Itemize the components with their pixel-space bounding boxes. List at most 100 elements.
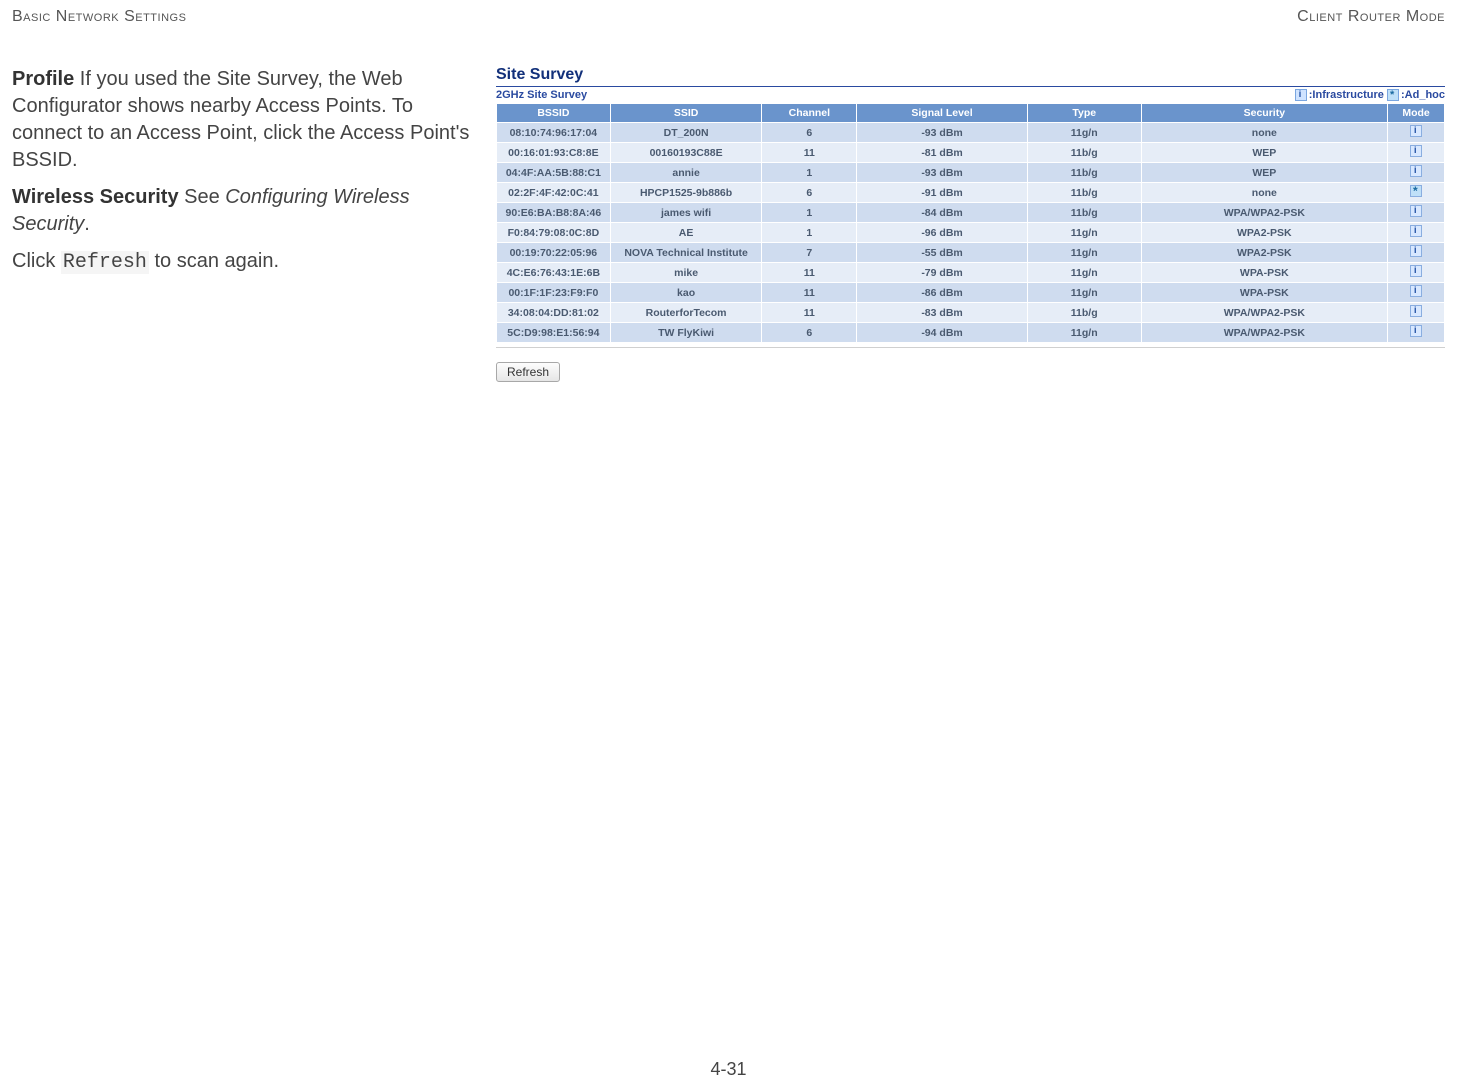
bssid-cell[interactable]: 00:16:01:93:C8:8E <box>497 143 611 163</box>
signal-cell: -83 dBm <box>857 303 1028 323</box>
type-cell: 11g/n <box>1027 223 1141 243</box>
legend: :Infrastructure :Ad_hoc <box>1295 89 1445 101</box>
bssid-cell[interactable]: 5C:D9:98:E1:56:94 <box>497 323 611 343</box>
signal-cell: -86 dBm <box>857 283 1028 303</box>
content-row: Profile If you used the Site Survey, the… <box>12 66 1445 382</box>
signal-cell: -81 dBm <box>857 143 1028 163</box>
infrastructure-icon <box>1410 205 1422 217</box>
ssid-cell: annie <box>610 163 762 183</box>
site-survey-panel: Site Survey 2GHz Site Survey :Infrastruc… <box>496 66 1445 382</box>
bssid-cell[interactable]: 00:1F:1F:23:F9:F0 <box>497 283 611 303</box>
table-row: 4C:E6:76:43:1E:6Bmike11-79 dBm11g/nWPA-P… <box>497 263 1445 283</box>
table-row: 90:E6:BA:B8:8A:46james wifi1-84 dBm11b/g… <box>497 203 1445 223</box>
infrastructure-icon <box>1410 305 1422 317</box>
ssid-cell: HPCP1525-9b886b <box>610 183 762 203</box>
table-row: 00:1F:1F:23:F9:F0kao11-86 dBm11g/nWPA-PS… <box>497 283 1445 303</box>
channel-cell: 1 <box>762 163 857 183</box>
ssid-cell: james wifi <box>610 203 762 223</box>
bssid-cell[interactable]: 90:E6:BA:B8:8A:46 <box>497 203 611 223</box>
wireless-security-paragraph: Wireless Security See Configuring Wirele… <box>12 184 472 238</box>
type-cell: 11b/g <box>1027 143 1141 163</box>
legend-infra-text: :Infrastructure <box>1309 89 1387 101</box>
ws-see: See <box>179 186 226 208</box>
security-cell: WPA/WPA2-PSK <box>1141 303 1387 323</box>
infrastructure-icon <box>1410 145 1422 157</box>
adhoc-icon <box>1387 89 1399 101</box>
table-row: F0:84:79:08:0C:8DAE1-96 dBm11g/nWPA2-PSK <box>497 223 1445 243</box>
mode-cell <box>1388 243 1445 263</box>
ssid-cell: NOVA Technical Institute <box>610 243 762 263</box>
security-cell: WEP <box>1141 143 1387 163</box>
bssid-cell[interactable]: 4C:E6:76:43:1E:6B <box>497 263 611 283</box>
ws-period: . <box>84 213 90 235</box>
infrastructure-icon <box>1410 165 1422 177</box>
mode-cell <box>1388 143 1445 163</box>
security-cell: none <box>1141 123 1387 143</box>
table-row: 02:2F:4F:42:0C:41HPCP1525-9b886b6-91 dBm… <box>497 183 1445 203</box>
type-cell: 11b/g <box>1027 303 1141 323</box>
channel-cell: 7 <box>762 243 857 263</box>
type-cell: 11g/n <box>1027 123 1141 143</box>
table-row: 00:19:70:22:05:96NOVA Technical Institut… <box>497 243 1445 263</box>
table-row: 5C:D9:98:E1:56:94TW FlyKiwi6-94 dBm11g/n… <box>497 323 1445 343</box>
security-cell: WEP <box>1141 163 1387 183</box>
type-cell: 11b/g <box>1027 163 1141 183</box>
security-cell: WPA2-PSK <box>1141 243 1387 263</box>
type-cell: 11b/g <box>1027 203 1141 223</box>
mode-cell <box>1388 223 1445 243</box>
channel-cell: 11 <box>762 263 857 283</box>
ssid-cell: DT_200N <box>610 123 762 143</box>
site-survey-subtitle: 2GHz Site Survey <box>496 89 587 101</box>
th-channel: Channel <box>762 104 857 123</box>
page-header: Basic Network Settings Client Router Mod… <box>12 8 1445 26</box>
page-number: 4-31 <box>0 1059 1457 1080</box>
security-cell: WPA/WPA2-PSK <box>1141 323 1387 343</box>
ssid-cell: mike <box>610 263 762 283</box>
th-bssid: BSSID <box>497 104 611 123</box>
th-security: Security <box>1141 104 1387 123</box>
site-survey-table: BSSID SSID Channel Signal Level Type Sec… <box>496 103 1445 343</box>
channel-cell: 6 <box>762 323 857 343</box>
mode-cell <box>1388 163 1445 183</box>
profile-label: Profile <box>12 68 74 90</box>
mode-cell <box>1388 263 1445 283</box>
infrastructure-icon <box>1410 285 1422 297</box>
channel-cell: 1 <box>762 203 857 223</box>
signal-cell: -96 dBm <box>857 223 1028 243</box>
title-rule <box>496 86 1445 87</box>
profile-paragraph: Profile If you used the Site Survey, the… <box>12 66 472 174</box>
security-cell: WPA2-PSK <box>1141 223 1387 243</box>
refresh-code: Refresh <box>61 251 149 274</box>
table-row: 34:08:04:DD:81:02RouterforTecom11-83 dBm… <box>497 303 1445 323</box>
ws-label: Wireless Security <box>12 186 179 208</box>
refresh-button[interactable]: Refresh <box>496 362 560 382</box>
bssid-cell[interactable]: 08:10:74:96:17:04 <box>497 123 611 143</box>
signal-cell: -55 dBm <box>857 243 1028 263</box>
security-cell: WPA-PSK <box>1141 283 1387 303</box>
infrastructure-icon <box>1410 265 1422 277</box>
table-header-row: BSSID SSID Channel Signal Level Type Sec… <box>497 104 1445 123</box>
refresh-post: to scan again. <box>149 250 279 272</box>
signal-cell: -79 dBm <box>857 263 1028 283</box>
profile-text: If you used the Site Survey, the Web Con… <box>12 68 469 171</box>
type-cell: 11b/g <box>1027 183 1141 203</box>
refresh-pre: Click <box>12 250 61 272</box>
table-row: 08:10:74:96:17:04DT_200N6-93 dBm11g/nnon… <box>497 123 1445 143</box>
infrastructure-icon <box>1410 245 1422 257</box>
type-cell: 11g/n <box>1027 283 1141 303</box>
refresh-paragraph: Click Refresh to scan again. <box>12 248 472 276</box>
mode-cell <box>1388 183 1445 203</box>
bssid-cell[interactable]: 00:19:70:22:05:96 <box>497 243 611 263</box>
ssid-cell: RouterforTecom <box>610 303 762 323</box>
signal-cell: -93 dBm <box>857 123 1028 143</box>
channel-cell: 11 <box>762 143 857 163</box>
bssid-cell[interactable]: 04:4F:AA:5B:88:C1 <box>497 163 611 183</box>
bssid-cell[interactable]: F0:84:79:08:0C:8D <box>497 223 611 243</box>
table-bottom-rule <box>496 347 1445 348</box>
ssid-cell: 00160193C88E <box>610 143 762 163</box>
site-survey-subrow: 2GHz Site Survey :Infrastructure :Ad_hoc <box>496 89 1445 101</box>
bssid-cell[interactable]: 02:2F:4F:42:0C:41 <box>497 183 611 203</box>
infrastructure-icon <box>1295 89 1307 101</box>
channel-cell: 6 <box>762 183 857 203</box>
bssid-cell[interactable]: 34:08:04:DD:81:02 <box>497 303 611 323</box>
